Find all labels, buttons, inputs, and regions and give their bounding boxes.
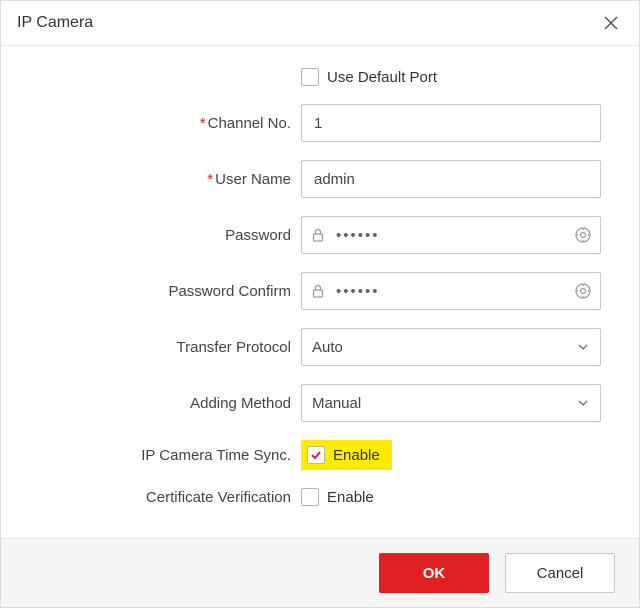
titlebar: IP Camera <box>1 1 639 46</box>
row-time-sync: IP Camera Time Sync. Enable <box>1 440 639 470</box>
dialog-title: IP Camera <box>17 14 93 32</box>
label-channel-no: Channel No. <box>208 115 291 132</box>
input-password-confirm[interactable] <box>334 282 566 301</box>
row-user-name: *User Name <box>1 160 639 198</box>
lock-icon <box>310 227 326 243</box>
required-asterisk: * <box>200 115 206 132</box>
select-adding-method[interactable]: Manual <box>301 384 601 422</box>
highlight-enable-time-sync: Enable <box>301 440 392 470</box>
label-user-name: User Name <box>215 171 291 188</box>
close-icon <box>603 15 619 31</box>
row-transfer-protocol: Transfer Protocol Auto <box>1 328 639 366</box>
close-button[interactable] <box>599 11 623 35</box>
row-password: Password <box>1 216 639 254</box>
label-transfer-protocol: Transfer Protocol <box>177 339 292 356</box>
row-use-default-port: Use Default Port <box>1 68 639 86</box>
input-password-wrap <box>301 216 601 254</box>
label-adding-method: Adding Method <box>190 395 291 412</box>
required-asterisk: * <box>207 171 213 188</box>
form-area: Use Default Port *Channel No. *User Name <box>1 46 639 538</box>
label-password: Password <box>225 227 291 244</box>
checkbox-cert-verification[interactable] <box>301 488 319 506</box>
ip-camera-dialog: IP Camera Use Default Port *Channel No. <box>0 0 640 608</box>
reveal-password-icon[interactable] <box>574 226 592 244</box>
label-cert-verification-option: Enable <box>327 489 374 506</box>
select-transfer-protocol-value: Auto <box>312 339 343 356</box>
checkbox-use-default-port[interactable] <box>301 68 319 86</box>
row-cert-verification: Certificate Verification Enable <box>1 488 639 506</box>
row-adding-method: Adding Method Manual <box>1 384 639 422</box>
checkbox-time-sync[interactable] <box>307 446 325 464</box>
input-password[interactable] <box>334 226 566 245</box>
row-channel-no: *Channel No. <box>1 104 639 142</box>
cancel-button-label: Cancel <box>537 565 584 582</box>
select-transfer-protocol[interactable]: Auto <box>301 328 601 366</box>
label-cert-verification: Certificate Verification <box>146 489 291 506</box>
input-channel-no-wrap <box>301 104 601 142</box>
dialog-footer: OK Cancel <box>1 538 639 607</box>
input-channel-no[interactable] <box>312 114 590 133</box>
ok-button[interactable]: OK <box>379 553 489 593</box>
ok-button-label: OK <box>423 565 446 582</box>
label-time-sync-option: Enable <box>333 447 380 464</box>
input-password-confirm-wrap <box>301 272 601 310</box>
input-user-name[interactable] <box>312 170 590 189</box>
label-text-use-default-port: Use Default Port <box>327 69 437 86</box>
cancel-button[interactable]: Cancel <box>505 553 615 593</box>
chevron-down-icon <box>576 340 590 354</box>
chevron-down-icon <box>576 396 590 410</box>
label-time-sync: IP Camera Time Sync. <box>141 447 291 464</box>
lock-icon <box>310 283 326 299</box>
select-adding-method-value: Manual <box>312 395 361 412</box>
input-user-name-wrap <box>301 160 601 198</box>
reveal-password-icon[interactable] <box>574 282 592 300</box>
label-password-confirm: Password Confirm <box>168 283 291 300</box>
row-password-confirm: Password Confirm <box>1 272 639 310</box>
